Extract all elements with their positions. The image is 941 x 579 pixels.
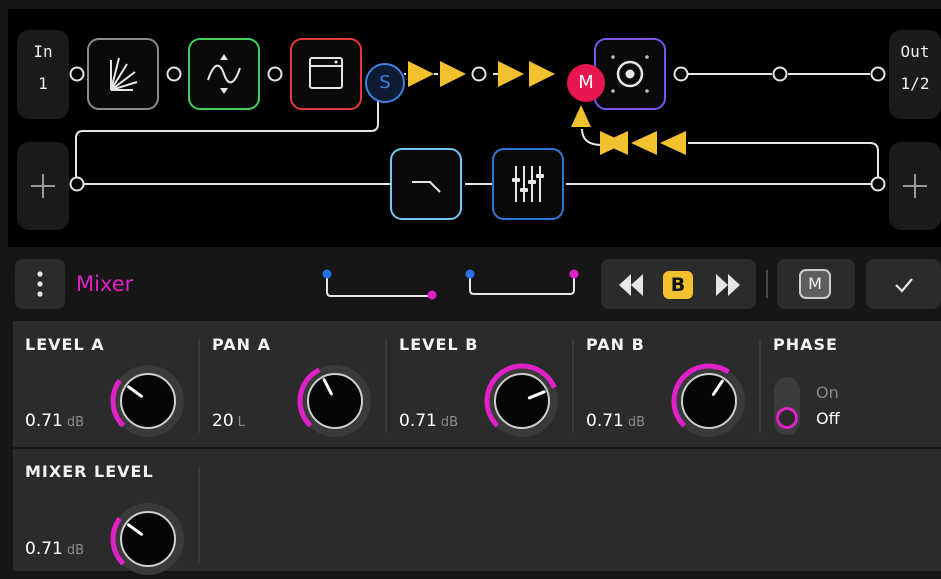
cab-block[interactable] [594,38,666,110]
param-row-1: LEVEL A 0.71 dB PAN A 20 L LEVEL B 0.71 dB … [13,321,941,447]
lowpass-filter-icon [412,181,441,193]
modulation-block[interactable] [188,38,260,110]
connector-dot[interactable] [267,66,283,82]
output-channel: 1/2 [900,74,930,93]
toolbar-divider [766,270,768,298]
mixer-faders-icon [512,166,544,202]
param-row-2: MIXER LEVEL 0.71 dB [13,449,941,575]
input-tile[interactable]: In 1 [17,30,69,119]
param-label: PAN B [586,335,645,354]
level-a-knob[interactable] [108,361,188,441]
amp-icon [309,57,343,89]
block-menu-button[interactable] [15,259,65,309]
phase-on-option[interactable]: On [816,383,839,402]
block-title: Mixer [76,272,134,296]
signal-chain-grid: In 1 Out 1/2 S M [8,9,941,247]
param-level-a: LEVEL A 0.71 dB [13,321,198,447]
connector-dot[interactable] [772,66,788,82]
amp-block[interactable] [290,38,362,110]
connector-dot[interactable] [166,66,182,82]
connector-dot[interactable] [870,176,886,192]
plus-icon [903,174,927,198]
plus-icon [31,174,55,198]
param-label: PAN A [212,335,271,354]
connector-dot[interactable] [673,66,689,82]
connector-dot[interactable] [69,66,85,82]
output-label: Out [900,42,930,61]
param-label: LEVEL B [399,335,479,354]
snapshot-routing-icon[interactable] [460,262,585,304]
checkmark-icon [895,278,913,293]
param-value: 0.71 dB [586,411,646,431]
prev-icon[interactable] [613,272,649,298]
connector-dot[interactable] [471,66,487,82]
next-icon[interactable] [710,272,746,298]
param-value: 20 L [212,411,245,431]
speaker-icon [611,55,649,93]
split-node[interactable]: S [365,63,405,103]
param-label: MIXER LEVEL [25,462,154,481]
fan-delay-icon [110,57,138,91]
multi-delay-block[interactable] [87,38,159,110]
mixer-block[interactable] [492,148,564,220]
param-mixer-level: MIXER LEVEL 0.71 dB [13,449,198,575]
param-value: 0.71 dB [25,411,85,431]
cell-divider [198,467,200,563]
param-value: 0.71 dB [399,411,459,431]
param-pan-a: PAN A 20 L [200,321,385,447]
param-phase: PHASE On Off [761,321,941,447]
phase-off-option[interactable]: Off [816,409,840,428]
sine-wave-icon [207,54,241,94]
ab-selected-badge[interactable]: B [663,271,693,299]
param-value: 0.71 dB [25,539,85,559]
level-b-knob[interactable] [482,361,562,441]
input-label: In [33,42,53,61]
pan-a-knob[interactable] [295,361,375,441]
pan-b-knob[interactable] [669,361,749,441]
param-level-b: LEVEL B 0.71 dB [387,321,572,447]
phase-toggle[interactable] [774,377,800,435]
add-path-button[interactable] [889,142,941,230]
connector-dot[interactable] [870,66,886,82]
merge-node[interactable]: M [567,64,605,102]
output-tile[interactable]: Out 1/2 [889,30,941,119]
input-channel: 1 [38,74,48,93]
mode-badge: M [799,269,831,299]
add-path-button[interactable] [17,142,69,230]
connector-dot[interactable] [69,176,85,192]
snapshot-routing-icon[interactable] [315,262,445,304]
filter-block[interactable] [390,148,462,220]
confirm-button[interactable] [866,259,941,309]
param-pan-b: PAN B 0.71 dB [574,321,759,447]
more-vertical-icon [37,271,43,297]
toggle-thumb [776,407,798,429]
param-label: PHASE [773,335,838,354]
param-label: LEVEL A [25,335,105,354]
mixer-level-knob[interactable] [108,499,188,579]
